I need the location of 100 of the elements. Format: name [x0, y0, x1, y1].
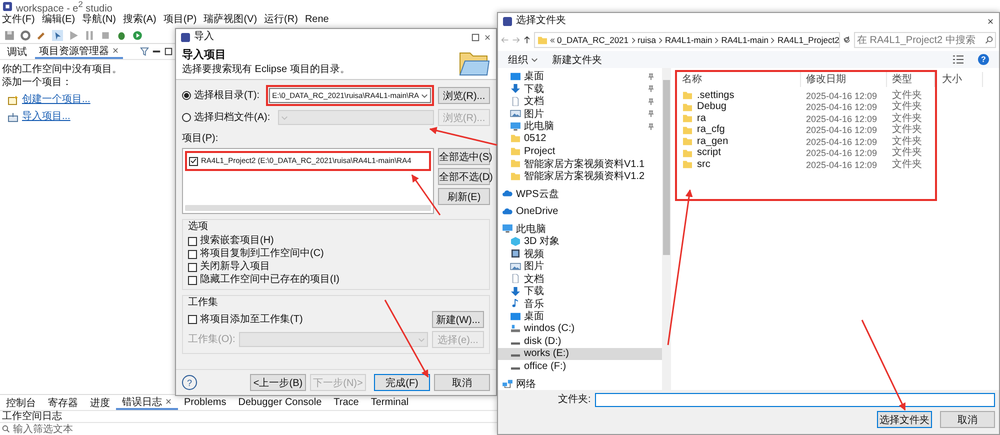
- up-arrow-icon[interactable]: [523, 36, 531, 44]
- panel-tab[interactable]: Trace: [328, 396, 365, 410]
- dialog-button[interactable]: 取消: [940, 411, 995, 428]
- menu-item[interactable]: 瑞萨视图(V): [204, 14, 258, 26]
- nav-item[interactable]: 图片: [498, 108, 662, 120]
- nav-item[interactable]: 此电脑: [498, 222, 662, 235]
- breadcrumb-item[interactable]: RA4L1_Project2: [777, 34, 840, 46]
- nav-item[interactable]: 视频: [498, 248, 662, 260]
- column-header[interactable]: 修改日期: [801, 72, 887, 87]
- nav-item[interactable]: 文档: [498, 272, 662, 285]
- wrench-icon[interactable]: [36, 30, 47, 40]
- list-button[interactable]: 刷新(E): [438, 188, 490, 205]
- save-icon[interactable]: [4, 30, 15, 40]
- folder-name-field[interactable]: [594, 393, 995, 407]
- column-header[interactable]: 类型: [887, 72, 935, 87]
- folder-icon: [682, 114, 693, 124]
- toolbar-button[interactable]: 组织: [508, 52, 538, 66]
- maximize-icon[interactable]: [164, 47, 173, 56]
- cursor-icon[interactable]: [52, 30, 63, 40]
- file-name[interactable]: ra_gen: [677, 136, 801, 148]
- panel-tab[interactable]: Debugger Console: [232, 396, 328, 410]
- search-field[interactable]: 在 RA4L1_Project2 中搜索: [854, 32, 996, 48]
- menu-item[interactable]: 项目(P): [163, 14, 197, 26]
- scrollbar[interactable]: [662, 68, 671, 390]
- file-name[interactable]: script: [677, 148, 801, 159]
- nav-item[interactable]: 文档: [498, 95, 662, 108]
- nav-item[interactable]: office (F:): [498, 360, 662, 372]
- dialog-button[interactable]: 完成(F): [374, 374, 430, 391]
- nav-item[interactable]: WPS云盘: [498, 188, 662, 200]
- nav-item[interactable]: disk (D:): [498, 335, 662, 348]
- gear-icon[interactable]: [20, 30, 31, 40]
- menu-item[interactable]: 导航(N): [82, 14, 116, 26]
- radio-button[interactable]: [182, 91, 191, 100]
- list-button[interactable]: 全部选中(S): [438, 148, 490, 165]
- column-header[interactable]: 名称: [677, 72, 801, 87]
- cube-icon: [510, 236, 521, 246]
- menu-item[interactable]: 运行(R): [264, 14, 298, 26]
- nav-item[interactable]: OneDrive: [498, 205, 662, 218]
- panel-tab[interactable]: 调试: [3, 44, 31, 58]
- checkbox[interactable]: [188, 276, 197, 284]
- close-icon[interactable]: [484, 34, 491, 40]
- file-name[interactable]: Debug: [677, 102, 801, 113]
- nav-item[interactable]: 下载: [498, 82, 662, 95]
- list-button[interactable]: 全部不选(D): [438, 168, 490, 185]
- menu-item[interactable]: 文件(F): [2, 14, 35, 26]
- nav-item[interactable]: 此电脑: [498, 120, 662, 132]
- file-name[interactable]: .settings: [677, 90, 801, 102]
- close-icon[interactable]: [987, 18, 994, 24]
- help-button[interactable]: ?: [182, 375, 197, 390]
- nav-item[interactable]: windos (C:): [498, 322, 662, 335]
- file-name[interactable]: ra: [677, 113, 801, 124]
- nav-item[interactable]: 智能家居方案视频资料V1.2: [498, 170, 662, 182]
- checkbox[interactable]: [188, 250, 197, 258]
- file-name[interactable]: ra_cfg: [677, 124, 801, 136]
- column-header[interactable]: 大小: [937, 72, 983, 87]
- dialog-button[interactable]: 取消: [434, 374, 490, 391]
- panel-tab[interactable]: Terminal: [364, 396, 415, 410]
- nav-item[interactable]: 0512: [498, 132, 662, 145]
- nav-item[interactable]: works (E:): [498, 348, 662, 360]
- panel-tab[interactable]: 项目资源管理器: [35, 44, 123, 58]
- nav-item[interactable]: 桌面: [498, 310, 662, 322]
- nav-item[interactable]: 下载: [498, 285, 662, 298]
- checkbox[interactable]: [189, 156, 198, 166]
- nav-item[interactable]: 图片: [498, 260, 662, 272]
- panel-tab[interactable]: 错误日志: [116, 396, 178, 410]
- close-icon[interactable]: [112, 47, 119, 54]
- browse-button[interactable]: 浏览(R)...: [438, 87, 490, 104]
- dialog-button[interactable]: <上一步(B): [250, 374, 306, 391]
- nav-item[interactable]: 3D 对象: [498, 235, 662, 248]
- breadcrumb-item[interactable]: ruisa: [638, 34, 656, 46]
- help-button[interactable]: ?: [978, 54, 989, 65]
- checkbox[interactable]: [188, 236, 197, 246]
- project-link[interactable]: 导入项目...: [8, 111, 173, 123]
- run-icon[interactable]: [132, 30, 143, 40]
- bug-icon[interactable]: [116, 30, 127, 40]
- view-options-icon[interactable]: [953, 55, 964, 64]
- panel-tab[interactable]: 进度: [84, 396, 116, 410]
- nav-item[interactable]: 桌面: [498, 70, 662, 82]
- menu-item[interactable]: 搜索(A): [123, 14, 156, 26]
- dialog-button[interactable]: 选择文件夹: [877, 411, 932, 428]
- maximize-icon[interactable]: [471, 32, 480, 42]
- nav-item[interactable]: Project: [498, 145, 662, 158]
- checkbox[interactable]: [188, 262, 197, 272]
- menu-item[interactable]: Rene: [304, 14, 329, 26]
- panel-tab[interactable]: 控制台: [0, 396, 42, 410]
- panel-tab[interactable]: Problems: [178, 396, 232, 410]
- menu-item[interactable]: 编辑(E): [42, 14, 76, 26]
- nav-item[interactable]: 音乐: [498, 298, 662, 310]
- close-icon[interactable]: [165, 398, 172, 405]
- breadcrumb-item[interactable]: RA4L1-main: [721, 34, 768, 46]
- project-link[interactable]: 创建一个项目...: [8, 94, 173, 106]
- toolbar-button[interactable]: 新建文件夹: [552, 52, 602, 66]
- file-name[interactable]: src: [677, 159, 801, 170]
- breadcrumb-item[interactable]: RA4L1-main: [664, 34, 712, 46]
- nav-item[interactable]: 智能家居方案视频资料V1.1: [498, 158, 662, 170]
- breadcrumb-item[interactable]: 0_DATA_RC_2021: [557, 34, 629, 46]
- filter-icon[interactable]: [140, 47, 149, 56]
- panel-tab[interactable]: 寄存器: [42, 396, 84, 410]
- nav-item[interactable]: 网络: [498, 378, 662, 390]
- scrollbar[interactable]: [185, 205, 431, 211]
